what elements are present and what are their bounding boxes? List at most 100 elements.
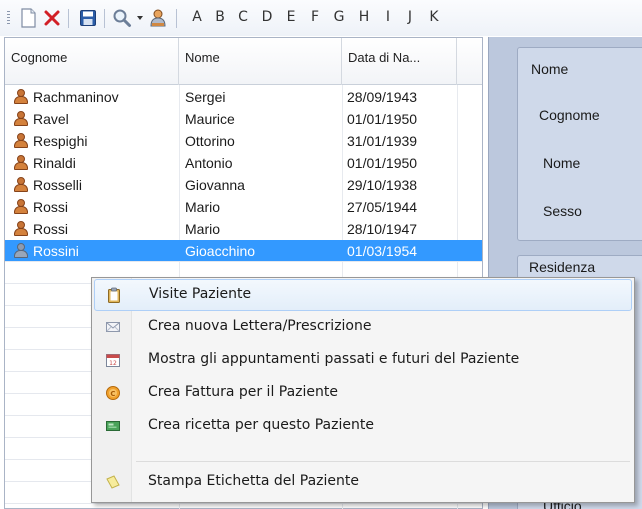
patient-icon [14, 177, 28, 192]
cell-nome: Maurice [185, 111, 235, 127]
letter-filter-f[interactable]: F [305, 9, 325, 25]
table-row[interactable]: Rossi Mario 27/05/1944 [5, 196, 482, 218]
patient-icon [14, 243, 28, 258]
table-row[interactable]: Rossini Gioacchino 01/03/1954 [5, 240, 482, 262]
delete-button[interactable] [40, 6, 64, 30]
letter-filter-h[interactable]: H [354, 9, 374, 25]
table-row[interactable]: Ravel Maurice 01/01/1950 [5, 108, 482, 130]
magnifier-icon [113, 9, 131, 27]
cell-nome: Mario [185, 199, 221, 215]
menu-item-label: Mostra gli appuntamenti passati e futuri… [148, 351, 520, 367]
cell-cognome: Rinaldi [33, 155, 76, 171]
toolbar-separator [68, 9, 69, 28]
menu-item-visite-paziente[interactable]: Visite Paziente [94, 279, 632, 311]
toolbar-separator [176, 9, 177, 28]
toolbar-separator [104, 9, 105, 28]
menu-item-mostra-appuntamenti[interactable]: 12 Mostra gli appuntamenti passati e fut… [94, 345, 632, 377]
patient-icon [14, 89, 28, 104]
coin-icon: C [106, 386, 120, 400]
column-header-data-nascita[interactable]: Data di Na... [342, 38, 457, 85]
envelope-icon [106, 322, 120, 332]
floppy-disk-icon [80, 10, 96, 26]
toolbar: A B C D E F G H I J K [0, 0, 642, 36]
cell-data: 29/10/1938 [347, 177, 418, 193]
menu-item-stampa-etichetta[interactable]: Stampa Etichetta del Paziente [94, 467, 632, 499]
group-title-nome: Nome [531, 61, 569, 77]
grid-line [5, 503, 482, 504]
cell-cognome: Rossi [33, 199, 69, 215]
label-sesso: Sesso [543, 203, 582, 219]
label-tag-icon [106, 475, 120, 489]
prescription-icon [106, 421, 120, 431]
letter-filter-g[interactable]: G [329, 9, 349, 25]
cell-nome: Ottorino [185, 133, 235, 149]
cell-data: 27/05/1944 [347, 199, 418, 215]
cell-cognome: Rachmaninov [33, 89, 119, 105]
cell-data: 01/01/1950 [347, 155, 418, 171]
menu-item-label: Crea ricetta per questo Paziente [148, 417, 374, 433]
table-row[interactable]: Rosselli Giovanna 29/10/1938 [5, 174, 482, 196]
label-nome: Nome [543, 155, 581, 171]
menu-item-crea-ricetta[interactable]: Crea ricetta per questo Paziente [94, 411, 632, 443]
svg-text:C: C [110, 390, 115, 398]
person-icon [150, 9, 166, 27]
cell-data: 28/10/1947 [347, 221, 418, 237]
cell-data: 01/03/1954 [347, 243, 418, 259]
cell-data: 01/01/1950 [347, 111, 418, 127]
cell-nome: Antonio [185, 155, 233, 171]
table-row[interactable]: Respighi Ottorino 31/01/1939 [5, 130, 482, 152]
letter-filter-j[interactable]: J [400, 9, 420, 25]
cell-nome: Sergei [185, 89, 226, 105]
new-document-button[interactable] [16, 6, 40, 30]
cell-cognome: Respighi [33, 133, 88, 149]
cell-cognome: Rosselli [33, 177, 83, 193]
letter-filter-d[interactable]: D [257, 9, 277, 25]
label-cognome: Cognome [539, 107, 600, 123]
letter-filter-a[interactable]: A [187, 9, 207, 25]
cell-cognome: Ravel [33, 111, 69, 127]
cell-nome: Gioacchino [185, 243, 256, 259]
group-title-residenza: Residenza [529, 259, 596, 275]
patient-icon [14, 133, 28, 148]
cell-cognome: Rossini [33, 243, 79, 259]
menu-item-crea-lettera[interactable]: Crea nuova Lettera/Prescrizione [94, 312, 632, 344]
table-row[interactable]: Rinaldi Antonio 01/01/1950 [5, 152, 482, 174]
cell-nome: Giovanna [185, 177, 245, 193]
letter-filter-i[interactable]: I [378, 9, 398, 25]
menu-item-label: Crea Fattura per il Paziente [148, 384, 339, 400]
new-document-icon [21, 8, 36, 28]
save-button[interactable] [76, 6, 100, 30]
menu-item-crea-fattura[interactable]: C Crea Fattura per il Paziente [94, 378, 632, 410]
cell-data: 28/09/1943 [347, 89, 418, 105]
column-header-cognome[interactable]: Cognome [5, 38, 179, 85]
grid-line [5, 261, 482, 262]
table-row[interactable]: Rossi Mario 28/10/1947 [5, 218, 482, 240]
menu-item-label: Visite Paziente [149, 286, 252, 302]
menu-item-label: Stampa Etichetta del Paziente [148, 473, 359, 489]
menu-item-label: Crea nuova Lettera/Prescrizione [148, 318, 372, 334]
column-header-nome[interactable]: Nome [179, 38, 342, 85]
cell-data: 31/01/1939 [347, 133, 418, 149]
letter-filter-b[interactable]: B [210, 9, 230, 25]
context-menu: Visite Paziente Crea nuova Lettera/Presc… [91, 277, 635, 503]
letter-filter-e[interactable]: E [281, 9, 301, 25]
letter-filter-c[interactable]: C [233, 9, 253, 25]
patient-icon [14, 111, 28, 126]
grid-header: Cognome Nome Data di Na... [5, 38, 482, 85]
cell-cognome: Rossi [33, 221, 69, 237]
search-button[interactable] [110, 6, 134, 30]
clipboard-icon [108, 287, 120, 303]
red-x-icon [44, 10, 60, 26]
toolbar-grip[interactable] [7, 11, 10, 26]
search-dropdown-arrow[interactable] [137, 16, 143, 20]
context-menu-separator [136, 461, 630, 462]
calendar-icon: 12 [106, 354, 120, 367]
patient-button[interactable] [146, 6, 170, 30]
patient-icon [14, 155, 28, 170]
letter-filter-k[interactable]: K [424, 9, 444, 25]
svg-text:12: 12 [109, 360, 117, 367]
patient-icon [14, 221, 28, 236]
cell-nome: Mario [185, 221, 221, 237]
table-row[interactable]: Rachmaninov Sergei 28/09/1943 [5, 86, 482, 108]
patient-icon [14, 199, 28, 214]
